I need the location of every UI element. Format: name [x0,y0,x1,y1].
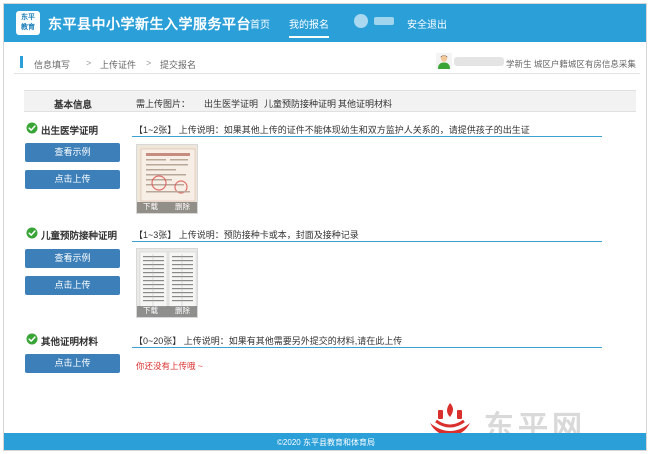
check-circle-icon [26,122,38,134]
basic-info-label: 基本信息 [54,100,93,111]
required-item: 出生医学证明 [204,99,259,109]
breadcrumb-marker [20,56,23,68]
app-window: 东平 教育 东平县中小学新生入学服务平台 首页 我的报名 安全退出 信息填写 >… [3,3,647,451]
uploaded-thumbnail[interactable]: 下载 删除 [136,248,198,318]
upload-button[interactable]: 点击上传 [25,170,120,189]
section-title-text: 其他证明材料 [41,337,99,348]
section-divider [132,241,602,242]
site-title: 东平县中小学新生入学服务平台 [48,16,251,32]
empty-upload-message: 你还没有上传哦 ~ [136,361,203,371]
breadcrumb-step-submit[interactable]: 提交报名 [160,58,196,71]
thumbnail-delete-button[interactable]: 删除 [175,305,190,316]
required-images-label: 需上传图片： [136,99,191,109]
nav-user-avatar[interactable] [354,14,368,28]
section-description: 【1~2张】 上传说明：如果其他上传的证件不能体现幼生和双方监护人关系的，请提供… [134,125,530,135]
breadcrumb-separator: > [86,58,92,68]
user-avatar-icon [436,53,452,69]
view-example-button[interactable]: 查看示例 [25,249,120,268]
required-item: 其他证明材料 [338,99,393,109]
view-example-button[interactable]: 查看示例 [25,143,120,162]
footer-copyright: ©2020 东平县教育和体育局 [277,438,375,447]
required-item: 儿童预防接种证明 [264,99,337,109]
section-title-text: 儿童预防接种证明 [41,231,118,242]
nav-logout[interactable]: 安全退出 [407,16,447,31]
check-circle-icon [26,333,38,345]
nav-username-redacted[interactable] [374,17,394,25]
breadcrumb-step-info[interactable]: 信息填写 [34,58,70,71]
logo-text-top: 东平 [21,14,35,21]
section-title-text: 出生医学证明 [41,126,99,137]
user-info: 学新生 城区户籍城区有房信息采集 [506,59,636,69]
nav-home[interactable]: 首页 [250,16,270,31]
thumbnail-download-button[interactable]: 下载 [143,201,158,212]
section-divider [132,347,602,348]
section-description: 【1~3张】 上传说明：预防接种卡或本，封面及接种记录 [134,230,359,240]
thumbnail-delete-button[interactable]: 删除 [175,201,190,212]
breadcrumb: 信息填写 > 上传证件 > 提交报名 学新生 城区户籍城区有房信息采集 [14,50,640,74]
check-circle-icon [26,227,38,239]
upload-button[interactable]: 点击上传 [25,276,120,295]
nav-my-registration[interactable]: 我的报名 [289,16,329,38]
thumbnail-download-button[interactable]: 下载 [143,305,158,316]
top-navbar: 东平 教育 东平县中小学新生入学服务平台 首页 我的报名 安全退出 [4,4,646,42]
basic-info-row: 基本信息 需上传图片： 出生医学证明 儿童预防接种证明 其他证明材料 [24,90,636,112]
logo-text-bottom: 教育 [21,24,35,31]
uploaded-thumbnail[interactable]: 下载 删除 [136,144,198,214]
breadcrumb-separator: > [146,58,152,68]
footer: ©2020 东平县教育和体育局 [4,433,646,450]
site-logo[interactable]: 东平 教育 [16,11,40,35]
breadcrumb-step-upload[interactable]: 上传证件 [100,58,136,71]
section-divider [132,136,602,137]
section-description: 【0~20张】 上传说明：如果有其他需要另外提交的材料,请在此上传 [134,336,403,346]
user-name-redacted [454,57,504,66]
upload-button[interactable]: 点击上传 [25,354,120,373]
